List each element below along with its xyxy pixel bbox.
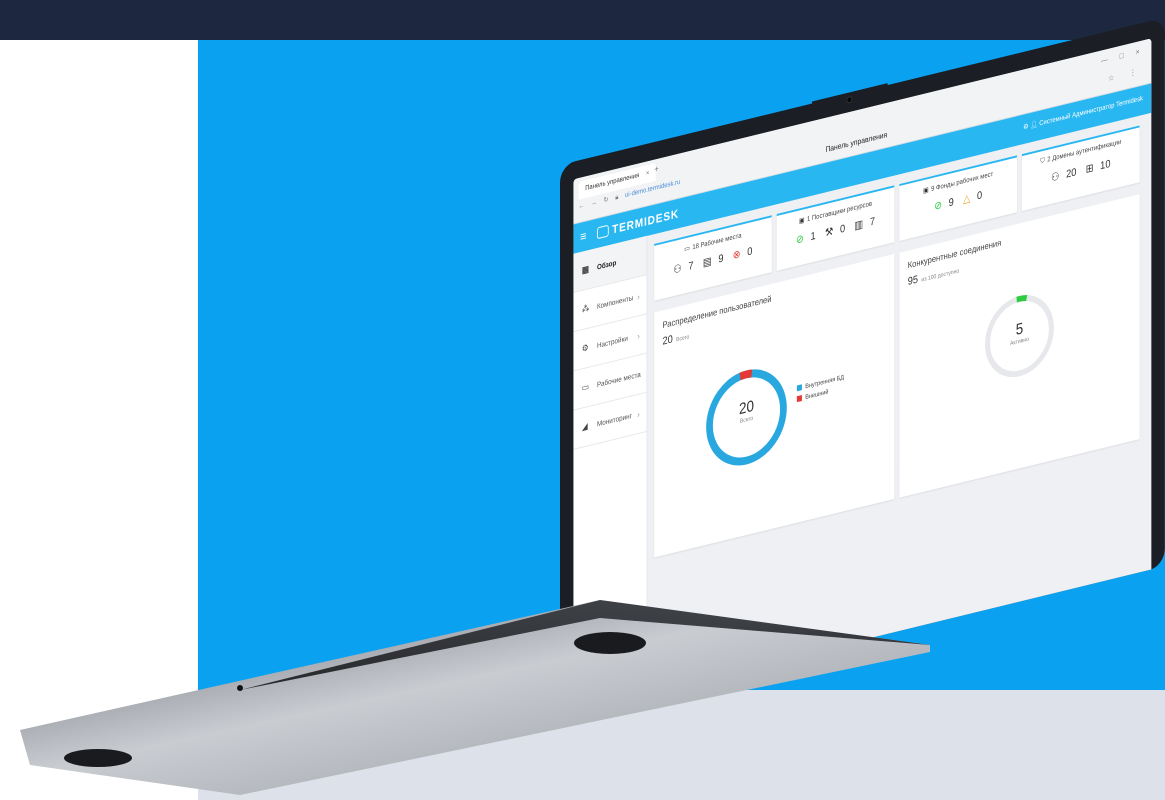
provider-icon: ▣ xyxy=(798,217,805,226)
forward-icon[interactable]: → xyxy=(591,199,597,207)
ok-icon: ⊘ xyxy=(934,199,942,213)
stat-value: 20 xyxy=(1066,166,1077,181)
users-icon: ⚇ xyxy=(1051,170,1060,185)
total-caption: из 100 доступно xyxy=(921,268,960,284)
user-icon: 👤︎ xyxy=(1030,120,1038,130)
sidebar-item-label: Мониторинг xyxy=(596,411,632,429)
laptop-screen-wrap: Панель управления × + — □ × ← → ↻ 🔒︎ ui-… xyxy=(560,15,1165,714)
chevron-right-icon: › xyxy=(637,330,640,341)
extension-icons[interactable]: ☆ ⋮ xyxy=(1108,66,1143,83)
monitor-icon: ▭ xyxy=(581,381,589,393)
total-caption: Всего xyxy=(676,334,690,344)
total-value: 95 xyxy=(907,273,919,288)
shield-icon: ⛉ xyxy=(1040,157,1045,166)
sidebar-item-label: Рабочие места xyxy=(596,369,641,390)
dashboard-icon: ▦ xyxy=(581,263,589,276)
stat-value: 9 xyxy=(718,252,724,266)
chevron-right-icon: › xyxy=(637,369,640,380)
tab-close-icon[interactable]: × xyxy=(646,170,649,178)
stat-value: 9 xyxy=(948,196,954,210)
ok-icon: ⊘ xyxy=(796,232,804,247)
pool-icon: ▣ xyxy=(923,186,929,195)
stat-value: 0 xyxy=(839,222,846,236)
chevron-right-icon: › xyxy=(637,408,640,420)
stat-value: 1 xyxy=(810,230,816,244)
base-foot xyxy=(64,749,132,767)
menu-icon[interactable]: ≡ xyxy=(580,228,586,244)
server-icon: ▤ xyxy=(702,255,712,270)
stat-value: 0 xyxy=(976,189,983,203)
laptop-base xyxy=(20,600,930,795)
stat-value: 10 xyxy=(1100,158,1111,173)
base-port-icon xyxy=(237,685,243,691)
users-distribution-panel: Распределение пользователей 20 Всего 20 В… xyxy=(654,253,895,558)
sidebar-item-label: Обзор xyxy=(596,258,617,272)
stat-value: 0 xyxy=(747,245,753,259)
error-icon: ⊗ xyxy=(732,248,741,263)
chevron-right-icon: › xyxy=(637,291,640,302)
sidebar-item-label: Компоненты xyxy=(596,293,634,311)
users-donut-chart xyxy=(706,369,787,466)
components-icon: ⁂ xyxy=(581,302,590,315)
settings-icon: ⚙ xyxy=(581,342,589,354)
new-tab-button[interactable]: + xyxy=(654,164,658,175)
monitor-icon: ▭ xyxy=(684,245,690,254)
legend-swatch xyxy=(796,395,802,403)
chart-icon: ◢ xyxy=(581,420,588,433)
reload-icon[interactable]: ↻ xyxy=(604,196,609,204)
stat-value: 7 xyxy=(688,259,694,273)
concurrent-connections-panel: Конкурентные соединения 95 из 100 доступн… xyxy=(899,194,1140,498)
legend-label: Внешний xyxy=(805,388,829,402)
groups-icon: ⊞ xyxy=(1085,162,1094,176)
users-icon: ⚇ xyxy=(673,262,682,277)
logo-icon xyxy=(596,224,609,240)
lock-icon: 🔒︎ xyxy=(615,193,619,202)
settings-icon[interactable]: ⚙ xyxy=(1023,123,1028,131)
warning-icon: △ xyxy=(963,192,971,206)
tools-icon: ⚒ xyxy=(824,225,834,240)
total-value: 20 xyxy=(662,333,673,348)
stat-value: 7 xyxy=(869,215,875,229)
storage-icon: ▥ xyxy=(854,218,864,233)
back-icon[interactable]: ← xyxy=(578,202,584,210)
legend-swatch xyxy=(796,384,802,392)
base-foot xyxy=(574,632,646,654)
window-controls[interactable]: — □ × xyxy=(1101,46,1145,65)
camera-icon xyxy=(846,95,853,104)
sidebar-item-label: Настройки xyxy=(596,333,628,351)
